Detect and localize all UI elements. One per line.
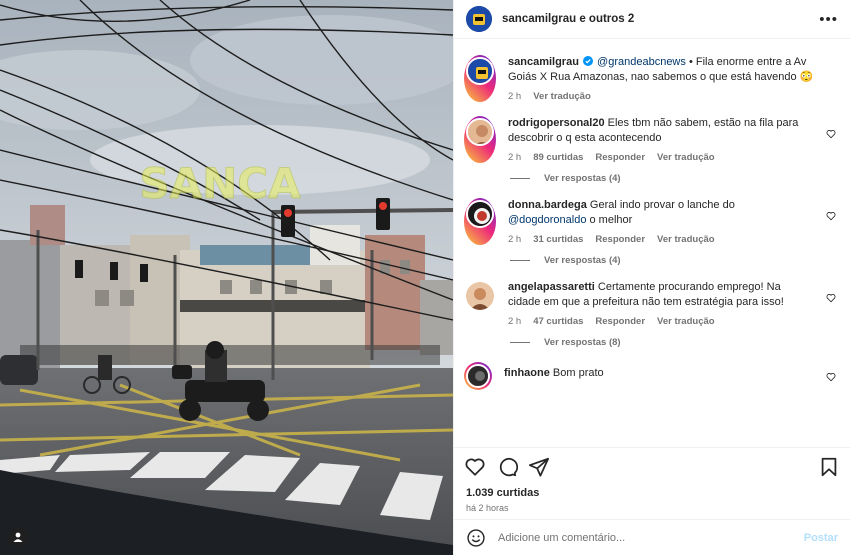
- more-options-icon[interactable]: •••: [819, 11, 838, 28]
- post-comment-button[interactable]: Postar: [804, 532, 838, 544]
- caption-mention[interactable]: @grandeabcnews: [597, 56, 686, 68]
- post-time: há 2 horas: [466, 503, 509, 513]
- comment-text: Bom prato: [549, 367, 604, 379]
- replies-divider: [510, 178, 530, 179]
- translate-link[interactable]: Ver tradução: [657, 234, 715, 245]
- post-actions-bar: [454, 447, 850, 485]
- reply-button[interactable]: Responder: [595, 234, 645, 245]
- user-tag-icon: [13, 532, 23, 542]
- view-replies-button[interactable]: Ver respostas (4): [510, 255, 836, 266]
- view-replies-label: Ver respostas (4): [544, 255, 621, 266]
- view-replies-button[interactable]: Ver respostas (4): [510, 173, 836, 184]
- view-replies-label: Ver respostas (8): [544, 337, 621, 348]
- comment-like-heart-icon[interactable]: [826, 211, 836, 221]
- comment-username[interactable]: rodrigopersonal20: [508, 117, 605, 129]
- comment-like-heart-icon[interactable]: [826, 129, 836, 139]
- caption-avatar[interactable]: [464, 55, 496, 102]
- author-logo-icon: [468, 59, 492, 83]
- comment-likes[interactable]: 31 curtidas: [533, 234, 583, 245]
- comment-avatar[interactable]: [464, 198, 496, 245]
- comment-avatar[interactable]: [464, 362, 492, 390]
- likes-count[interactable]: 1.039 curtidas: [454, 485, 850, 501]
- brand-avatar-icon: [468, 202, 492, 226]
- bookmark-icon[interactable]: [818, 456, 840, 478]
- comment-username[interactable]: angelapassaretti: [508, 281, 595, 293]
- comments-list: sancamilgrau @grandeabcnews • Fila enorm…: [454, 39, 850, 447]
- caption-translate-link[interactable]: Ver tradução: [533, 91, 591, 102]
- share-icon[interactable]: [528, 456, 550, 478]
- comment-time[interactable]: 2 h: [508, 152, 521, 163]
- comment-likes[interactable]: 89 curtidas: [533, 152, 583, 163]
- comment-meta: 2 h 47 curtidas Responder Ver tradução: [508, 316, 812, 327]
- view-replies-label: Ver respostas (4): [544, 173, 621, 184]
- person-avatar-icon: [468, 366, 488, 386]
- replies-divider: [510, 260, 530, 261]
- author-avatar[interactable]: [466, 6, 492, 32]
- street-scene-image: SANCA: [0, 0, 453, 555]
- caption-time[interactable]: 2 h: [508, 91, 521, 102]
- comment-time[interactable]: 2 h: [508, 316, 521, 327]
- caption-meta: 2 h Ver tradução: [508, 91, 836, 102]
- emoji-icon[interactable]: [466, 528, 486, 548]
- comments-panel: sancamilgrau e outros 2 ••• sancamilgrau…: [453, 0, 850, 555]
- comment-text: Geral indo provar o lanche do: [586, 199, 735, 211]
- post-author-line[interactable]: sancamilgrau e outros 2: [502, 13, 634, 25]
- comment-text-end: o melhor: [586, 214, 633, 226]
- comment-mention[interactable]: @dogdoronaldo: [508, 214, 586, 226]
- post-modal: SANCA sancamilgrau e outros 2 ••• sancam…: [0, 0, 850, 555]
- comment-meta: 2 h 89 curtidas Responder Ver tradução: [508, 152, 812, 163]
- comment-icon[interactable]: [496, 456, 518, 478]
- user-tag-button[interactable]: [8, 527, 28, 547]
- comment-avatar[interactable]: [464, 116, 496, 163]
- comment-like-heart-icon[interactable]: [826, 293, 836, 303]
- person-avatar-icon: [466, 282, 494, 310]
- translate-link[interactable]: Ver tradução: [657, 152, 715, 163]
- author-logo-icon: [466, 6, 492, 32]
- comment-username[interactable]: finhaone: [504, 367, 550, 379]
- comment-item: donna.bardega Geral indo provar o lanche…: [464, 198, 836, 245]
- comment-item: rodrigopersonal20 Eles tbm não sabem, es…: [464, 116, 836, 163]
- post-photo[interactable]: SANCA: [0, 0, 453, 555]
- view-replies-button[interactable]: Ver respostas (8): [510, 337, 836, 348]
- comment-meta: 2 h 31 curtidas Responder Ver tradução: [508, 234, 812, 245]
- comment-time[interactable]: 2 h: [508, 234, 521, 245]
- comment-avatar[interactable]: [466, 282, 494, 310]
- caption-username[interactable]: sancamilgrau: [508, 56, 579, 68]
- translate-link[interactable]: Ver tradução: [657, 316, 715, 327]
- replies-divider: [510, 342, 530, 343]
- caption: sancamilgrau @grandeabcnews • Fila enorm…: [464, 55, 836, 102]
- reply-button[interactable]: Responder: [595, 152, 645, 163]
- comment-input[interactable]: [498, 531, 804, 544]
- comment-like-heart-icon[interactable]: [826, 372, 836, 382]
- comment-likes[interactable]: 47 curtidas: [533, 316, 583, 327]
- post-header: sancamilgrau e outros 2 •••: [454, 0, 850, 39]
- watermark-text: SANCA: [139, 159, 301, 208]
- comment-composer: Postar: [454, 519, 850, 555]
- comment-item: finhaone Bom prato: [464, 362, 836, 390]
- heart-icon[interactable]: [464, 456, 486, 478]
- person-avatar-icon: [468, 120, 492, 144]
- comment-username[interactable]: donna.bardega: [508, 199, 587, 211]
- verified-badge-icon: [582, 56, 593, 66]
- reply-button[interactable]: Responder: [595, 316, 645, 327]
- comment-item: angelapassaretti Certamente procurando e…: [464, 280, 836, 327]
